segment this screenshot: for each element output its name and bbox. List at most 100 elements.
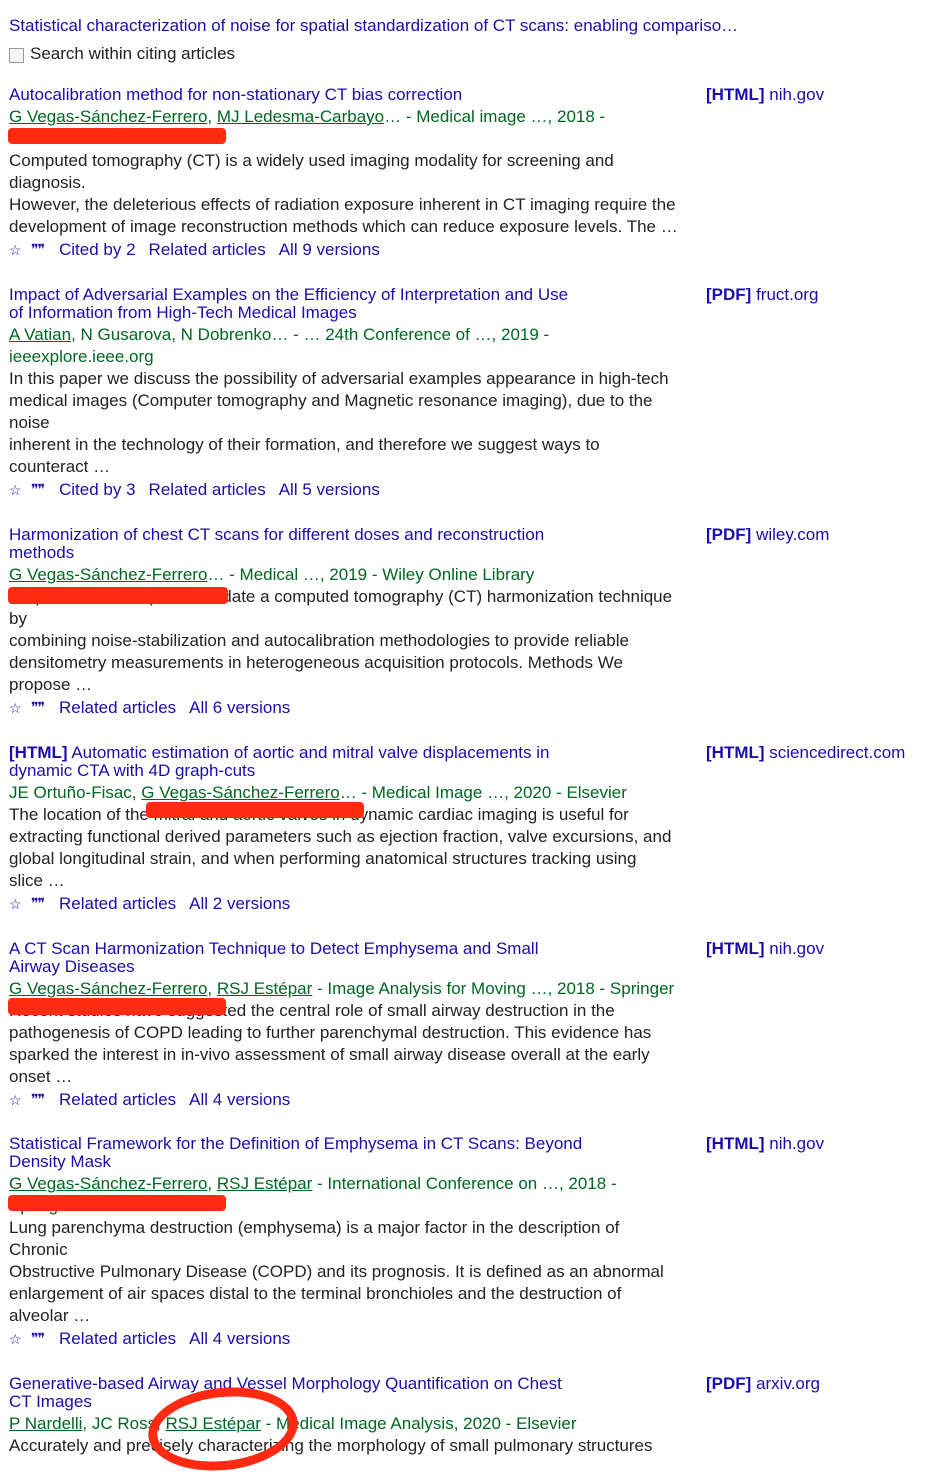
result-title[interactable]: Autocalibration method for non-stationar… [9,86,629,104]
result-source-link[interactable]: [HTML] nih.gov [706,1135,824,1153]
snippet-line: Chronic [9,1240,68,1259]
author-link[interactable]: G Vegas-Sánchez-Ferrero [9,565,207,584]
result-actions: ☆ ❞❞ Cited by 3 Related articles All 5 v… [9,479,929,501]
related-articles-link[interactable]: Related articles [59,893,176,915]
publication-source: ieeexplore.ieee.org [9,347,154,366]
publication-info: , N Gusarova, N Dobrenko… - … 24th Confe… [71,325,550,344]
related-articles-link[interactable]: Related articles [59,1328,176,1350]
result-authors: G Vegas-Sánchez-Ferrero, RSJ Estépar - I… [9,978,929,1000]
result-source-link[interactable]: [PDF] arxiv.org [706,1375,820,1393]
result-snippet: The location of the mitral and aortic va… [9,804,724,892]
citing-articles-heading[interactable]: Statistical characterization of noise fo… [9,15,909,37]
result-title[interactable]: [HTML] Automatic estimation of aortic an… [9,744,629,780]
related-articles-link[interactable]: Related articles [59,1089,176,1111]
title-line: Airway Diseases [9,957,135,976]
all-versions-link[interactable]: All 4 versions [189,1328,290,1350]
related-articles-link[interactable]: Related articles [149,479,266,501]
result-authors: JE Ortuño-Fisac, G Vegas-Sánchez-Ferrero… [9,782,929,804]
snippet-line: enlargement of air spaces distal to the … [9,1284,622,1303]
star-icon[interactable]: ☆ [9,893,31,915]
all-versions-link[interactable]: All 6 versions [189,697,290,719]
snippet-line: slice … [9,871,65,890]
star-icon[interactable]: ☆ [9,697,31,719]
cite-quote-icon[interactable]: ❞❞ [31,697,59,719]
result-item: Statistical Framework for the Definition… [9,1135,929,1350]
all-versions-link[interactable]: All 2 versions [189,893,290,915]
citing-articles-page: Statistical characterization of noise fo… [0,0,942,1478]
related-articles-link[interactable]: Related articles [149,239,266,261]
author-separator: , [207,979,217,998]
result-source-link[interactable]: [PDF] wiley.com [706,526,829,544]
result-title[interactable]: Statistical Framework for the Definition… [9,1135,629,1171]
snippet-line: The location of the mitral and aortic va… [9,805,629,824]
snippet-line: In this paper we discuss the possibility… [9,369,669,388]
redaction-mark [8,1195,226,1211]
snippet-line: global longitudinal strain, and when per… [9,849,637,868]
snippet-line: inherent in the technology of their form… [9,435,600,454]
cited-by-link[interactable]: Cited by 3 [59,479,136,501]
result-source-link[interactable]: [HTML] nih.gov [706,940,824,958]
all-versions-link[interactable]: All 4 versions [189,1089,290,1111]
snippet-line: diagnosis. [9,173,86,192]
source-domain: arxiv.org [756,1374,820,1393]
author-separator: , [207,107,217,126]
result-title[interactable]: A CT Scan Harmonization Technique to Det… [9,940,629,976]
star-icon[interactable]: ☆ [9,1328,31,1350]
snippet-line: propose … [9,675,93,694]
search-within-checkbox[interactable] [9,47,24,63]
title-line: CT Images [9,1392,92,1411]
result-authors: P Nardelli, JC Ross, RSJ Estépar - Medic… [9,1413,929,1435]
result-authors: G Vegas-Sánchez-Ferrero, MJ Ledesma-Carb… [9,106,929,128]
result-snippet: Accurately and precisely characterizing … [9,1435,724,1457]
related-articles-link[interactable]: Related articles [59,697,176,719]
cite-quote-icon[interactable]: ❞❞ [31,1089,59,1111]
source-domain: fruct.org [756,285,819,304]
title-line: dynamic CTA with 4D graph-cuts [9,761,256,780]
redaction-mark [8,587,228,604]
title-line: Statistical Framework for the Definition… [9,1134,583,1153]
format-tag: [PDF] [706,285,752,304]
cite-quote-icon[interactable]: ❞❞ [31,893,59,915]
result-source-link[interactable]: [HTML] nih.gov [706,86,824,104]
all-versions-link[interactable]: All 9 versions [279,239,380,261]
cite-quote-icon[interactable]: ❞❞ [31,239,59,261]
result-source-link[interactable]: [HTML] sciencedirect.com [706,744,905,762]
format-tag: [HTML] [706,743,765,762]
all-versions-link[interactable]: All 5 versions [279,479,380,501]
author-link[interactable]: G Vegas-Sánchez-Ferrero [9,1174,207,1193]
result-title[interactable]: Generative-based Airway and Vessel Morph… [9,1375,629,1411]
format-tag: [HTML] [706,939,765,958]
title-line: A CT Scan Harmonization Technique to Det… [9,939,539,958]
author-link[interactable]: RSJ Estépar [217,979,312,998]
author-link[interactable]: RSJ Estépar [217,1174,312,1193]
result-title[interactable]: Impact of Adversarial Examples on the Ef… [9,286,629,322]
result-actions: ☆ ❞❞ Related articles All 2 versions [9,893,929,915]
result-actions: ☆ ❞❞ Related articles All 4 versions [9,1089,929,1111]
format-tag: [PDF] [706,1374,752,1393]
source-domain: sciencedirect.com [769,743,906,762]
star-icon[interactable]: ☆ [9,479,31,501]
search-within-option[interactable]: Search within citing articles [9,43,235,65]
snippet-line: by [9,609,27,628]
author-link[interactable]: A Vatian [9,325,71,344]
publication-info: … - Medical …, 2019 - Wiley Online Libra… [207,565,535,584]
result-title[interactable]: Harmonization of chest CT scans for diff… [9,526,629,562]
format-tag: [HTML] [706,1134,765,1153]
snippet-line: extracting functional derived parameters… [9,827,672,846]
star-icon[interactable]: ☆ [9,1089,31,1111]
star-icon[interactable]: ☆ [9,239,31,261]
snippet-line: noise [9,413,50,432]
author-link[interactable]: G Vegas-Sánchez-Ferrero [9,979,207,998]
cited-by-link[interactable]: Cited by 2 [59,239,136,261]
snippet-line: Accurately and precisely characterizing … [9,1436,653,1455]
author-link[interactable]: P Nardelli [9,1414,82,1433]
author-link[interactable]: G Vegas-Sánchez-Ferrero [9,107,207,126]
result-source-link[interactable]: [PDF] fruct.org [706,286,818,304]
author-link[interactable]: G Vegas-Sánchez-Ferrero [141,783,339,802]
redaction-mark [8,998,226,1015]
author-separator: , [207,1174,217,1193]
author-link[interactable]: MJ Ledesma-Carbayo [217,107,384,126]
cite-quote-icon[interactable]: ❞❞ [31,479,59,501]
cite-quote-icon[interactable]: ❞❞ [31,1328,59,1350]
format-tag: [HTML] [9,743,68,762]
